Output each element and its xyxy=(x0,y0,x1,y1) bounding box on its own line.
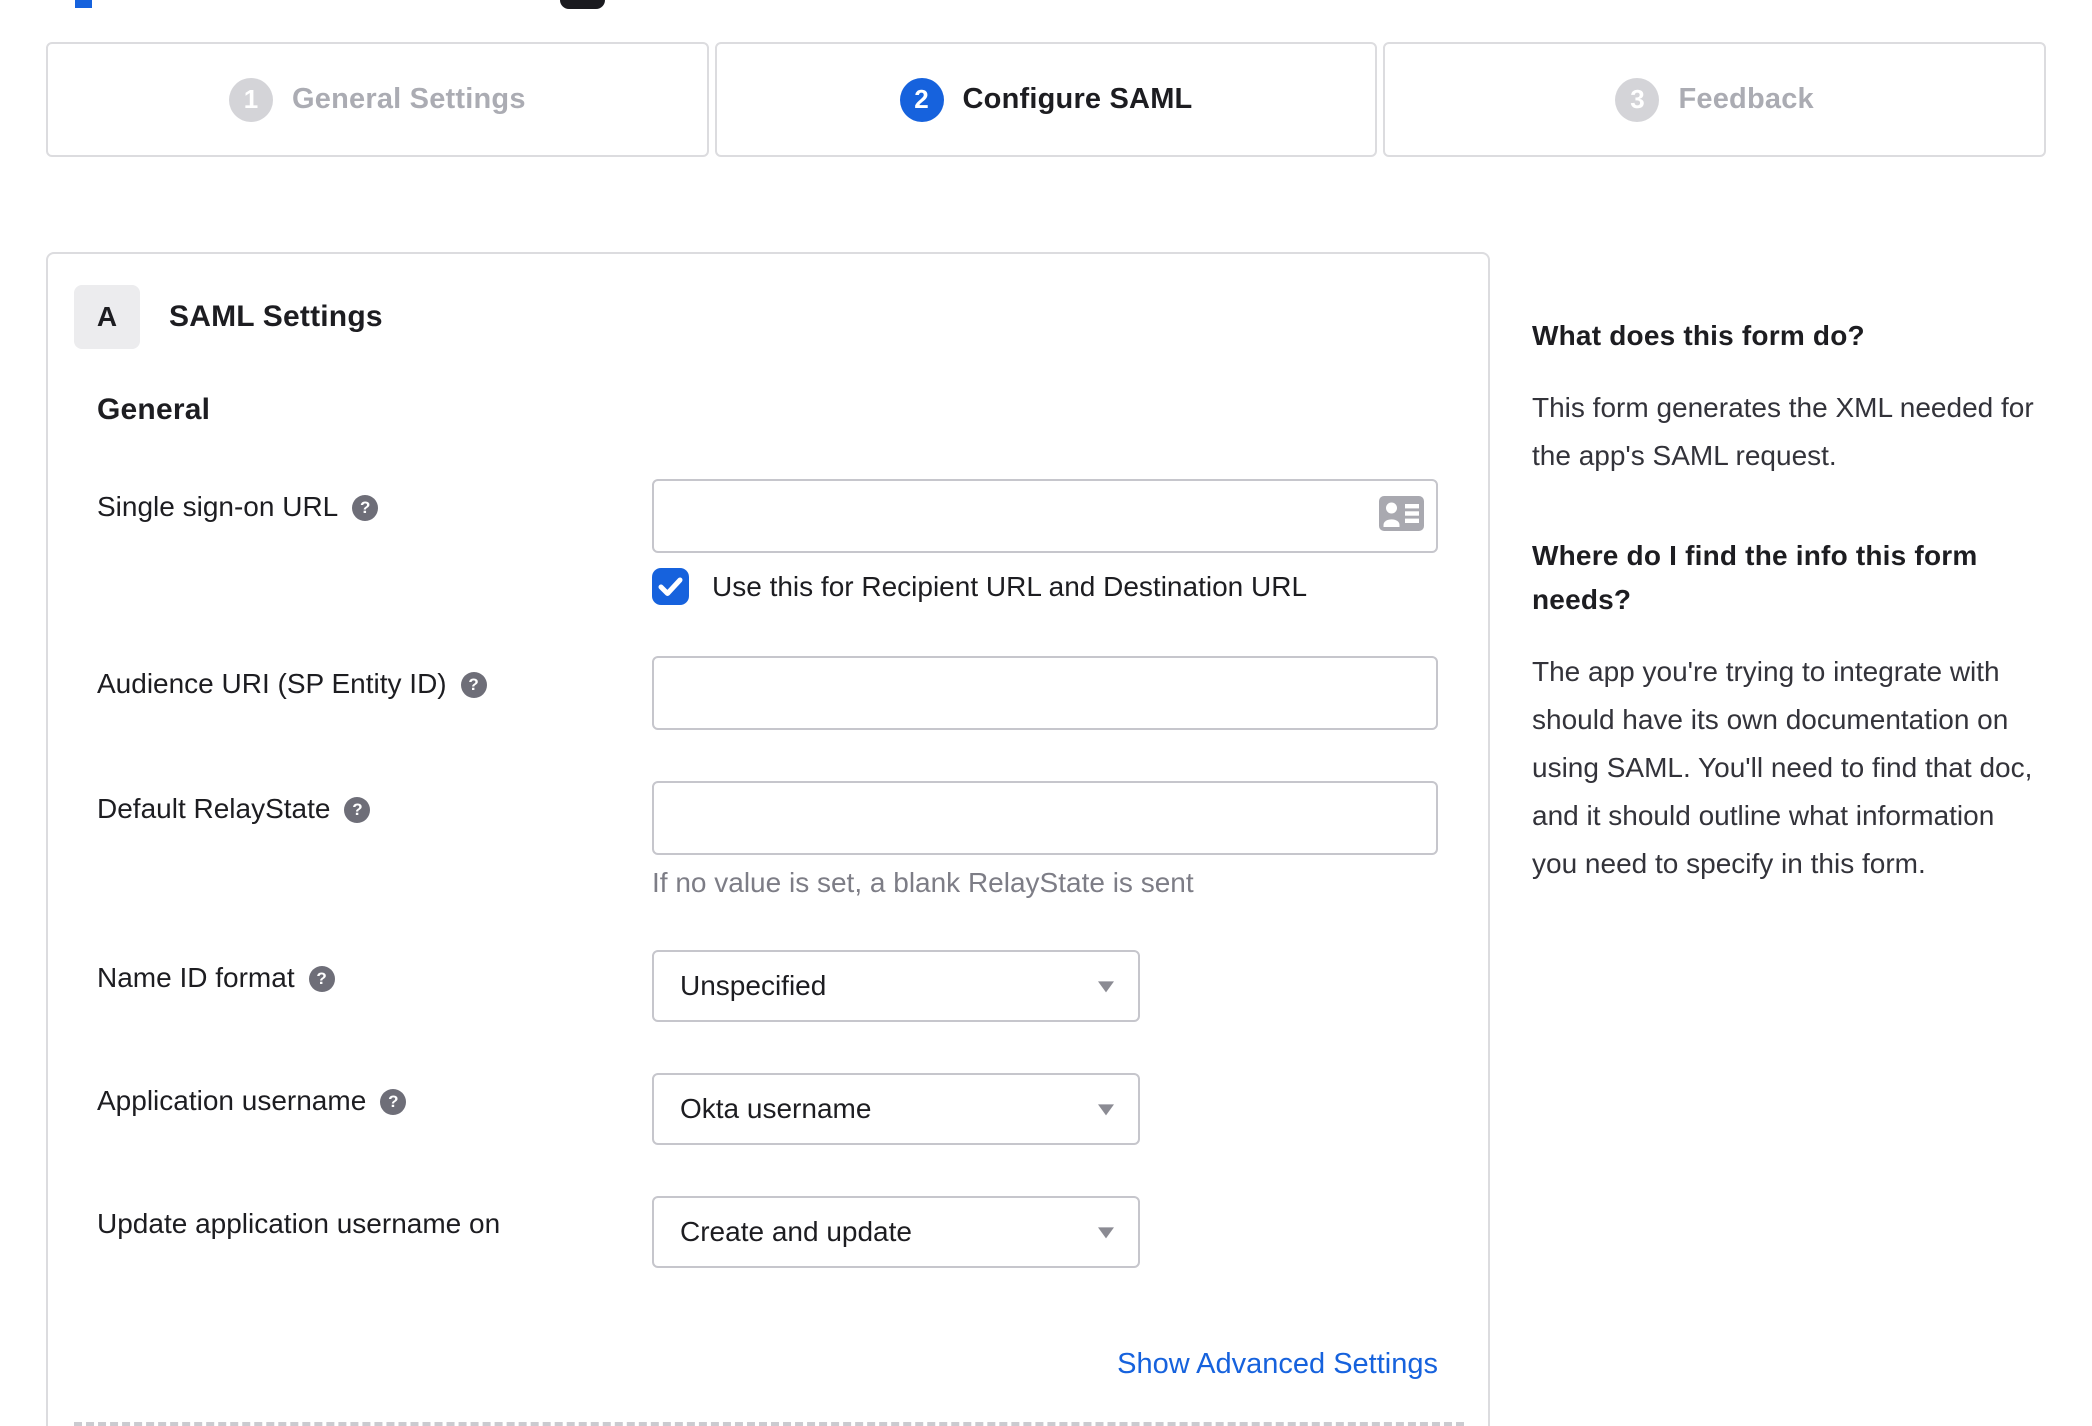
relay-state-input[interactable] xyxy=(652,781,1438,855)
update-username-label: Update application username on xyxy=(97,1208,501,1239)
help-icon[interactable]: ? xyxy=(380,1089,407,1115)
step-number-badge: 2 xyxy=(899,77,944,122)
relay-state-label: Default RelayState xyxy=(97,793,331,824)
update-username-select[interactable]: Create and update xyxy=(652,1196,1140,1268)
name-id-format-label-wrap: Name ID format ? xyxy=(97,950,652,994)
step-label: General Settings xyxy=(292,83,526,115)
recipient-url-checkbox-label: Use this for Recipient URL and Destinati… xyxy=(712,570,1308,602)
step-general-settings[interactable]: 1 General Settings xyxy=(46,42,709,157)
name-id-format-row: Name ID format ? Unspecified xyxy=(97,950,1462,1022)
step-label: Configure SAML xyxy=(962,83,1193,115)
audience-uri-row: Audience URI (SP Entity ID) ? xyxy=(97,656,1462,730)
cutoff-blue-element xyxy=(75,0,92,8)
sso-url-label: Single sign-on URL xyxy=(97,491,339,522)
audience-uri-input[interactable] xyxy=(652,656,1438,730)
relay-state-row: Default RelayState ? If no value is set,… xyxy=(97,781,1462,899)
section-a-badge: A xyxy=(74,285,140,349)
help-section-where: Where do I find the info this form needs… xyxy=(1532,534,2046,888)
help-heading: What does this form do? xyxy=(1532,320,1865,351)
cutoff-dark-element xyxy=(560,0,605,9)
help-sidebar: What does this form do? This form genera… xyxy=(1532,252,2046,888)
dropdown-arrow-icon xyxy=(1098,981,1114,993)
step-feedback[interactable]: 3 Feedback xyxy=(1383,42,2047,157)
relay-state-hint: If no value is set, a blank RelayState i… xyxy=(652,867,1194,898)
help-section-what: What does this form do? This form genera… xyxy=(1532,314,2046,480)
dropdown-arrow-icon xyxy=(1098,1104,1114,1116)
step-number-badge: 1 xyxy=(229,77,273,122)
step-label: Feedback xyxy=(1678,83,1814,115)
configure-saml-page: 1 General Settings 2 Configure SAML 3 Fe… xyxy=(0,0,2092,1426)
application-username-select[interactable]: Okta username xyxy=(652,1073,1140,1145)
application-username-label-wrap: Application username ? xyxy=(97,1073,652,1117)
help-icon[interactable]: ? xyxy=(352,495,379,521)
recipient-url-checkbox[interactable] xyxy=(652,568,689,605)
application-username-label: Application username xyxy=(97,1085,367,1116)
update-username-row: Update application username on Create an… xyxy=(97,1196,1462,1268)
name-id-format-label: Name ID format xyxy=(97,962,295,993)
name-id-format-value: Unspecified xyxy=(680,970,827,1001)
sso-url-row: Single sign-on URL ? Use this for Recipi… xyxy=(97,479,1462,605)
general-group-heading: General xyxy=(97,393,211,426)
dropdown-arrow-icon xyxy=(1098,1227,1114,1239)
help-heading: Where do I find the info this form needs… xyxy=(1532,540,1978,615)
update-username-value: Create and update xyxy=(680,1216,912,1247)
application-username-row: Application username ? Okta username xyxy=(97,1073,1462,1145)
saml-general-form: General Single sign-on URL ? Use this fo… xyxy=(97,393,1462,1381)
application-username-value: Okta username xyxy=(680,1093,872,1124)
step-configure-saml[interactable]: 2 Configure SAML xyxy=(714,42,1378,157)
help-icon[interactable]: ? xyxy=(344,797,371,823)
help-body: This form generates the XML needed for t… xyxy=(1532,392,2034,471)
audience-uri-label-wrap: Audience URI (SP Entity ID) ? xyxy=(97,656,652,700)
help-icon[interactable]: ? xyxy=(308,966,335,992)
sso-url-input[interactable] xyxy=(652,479,1438,553)
name-id-format-select[interactable]: Unspecified xyxy=(652,950,1140,1022)
saml-settings-panel: A SAML Settings General Single sign-on U… xyxy=(46,252,1490,1426)
help-body: The app you're trying to integrate with … xyxy=(1532,656,2033,879)
wizard-stepper: 1 General Settings 2 Configure SAML 3 Fe… xyxy=(46,42,2047,157)
relay-state-label-wrap: Default RelayState ? xyxy=(97,781,652,825)
panel-title: SAML Settings xyxy=(169,300,383,333)
section-divider-dashed xyxy=(74,1422,1464,1426)
update-username-label-wrap: Update application username on xyxy=(97,1196,652,1240)
help-icon[interactable]: ? xyxy=(460,672,487,698)
step-number-badge: 3 xyxy=(1615,77,1660,122)
sso-url-label-wrap: Single sign-on URL ? xyxy=(97,479,652,523)
address-card-icon xyxy=(1379,496,1424,536)
show-advanced-settings-link[interactable]: Show Advanced Settings xyxy=(1117,1348,1438,1380)
audience-uri-label: Audience URI (SP Entity ID) xyxy=(97,668,447,699)
